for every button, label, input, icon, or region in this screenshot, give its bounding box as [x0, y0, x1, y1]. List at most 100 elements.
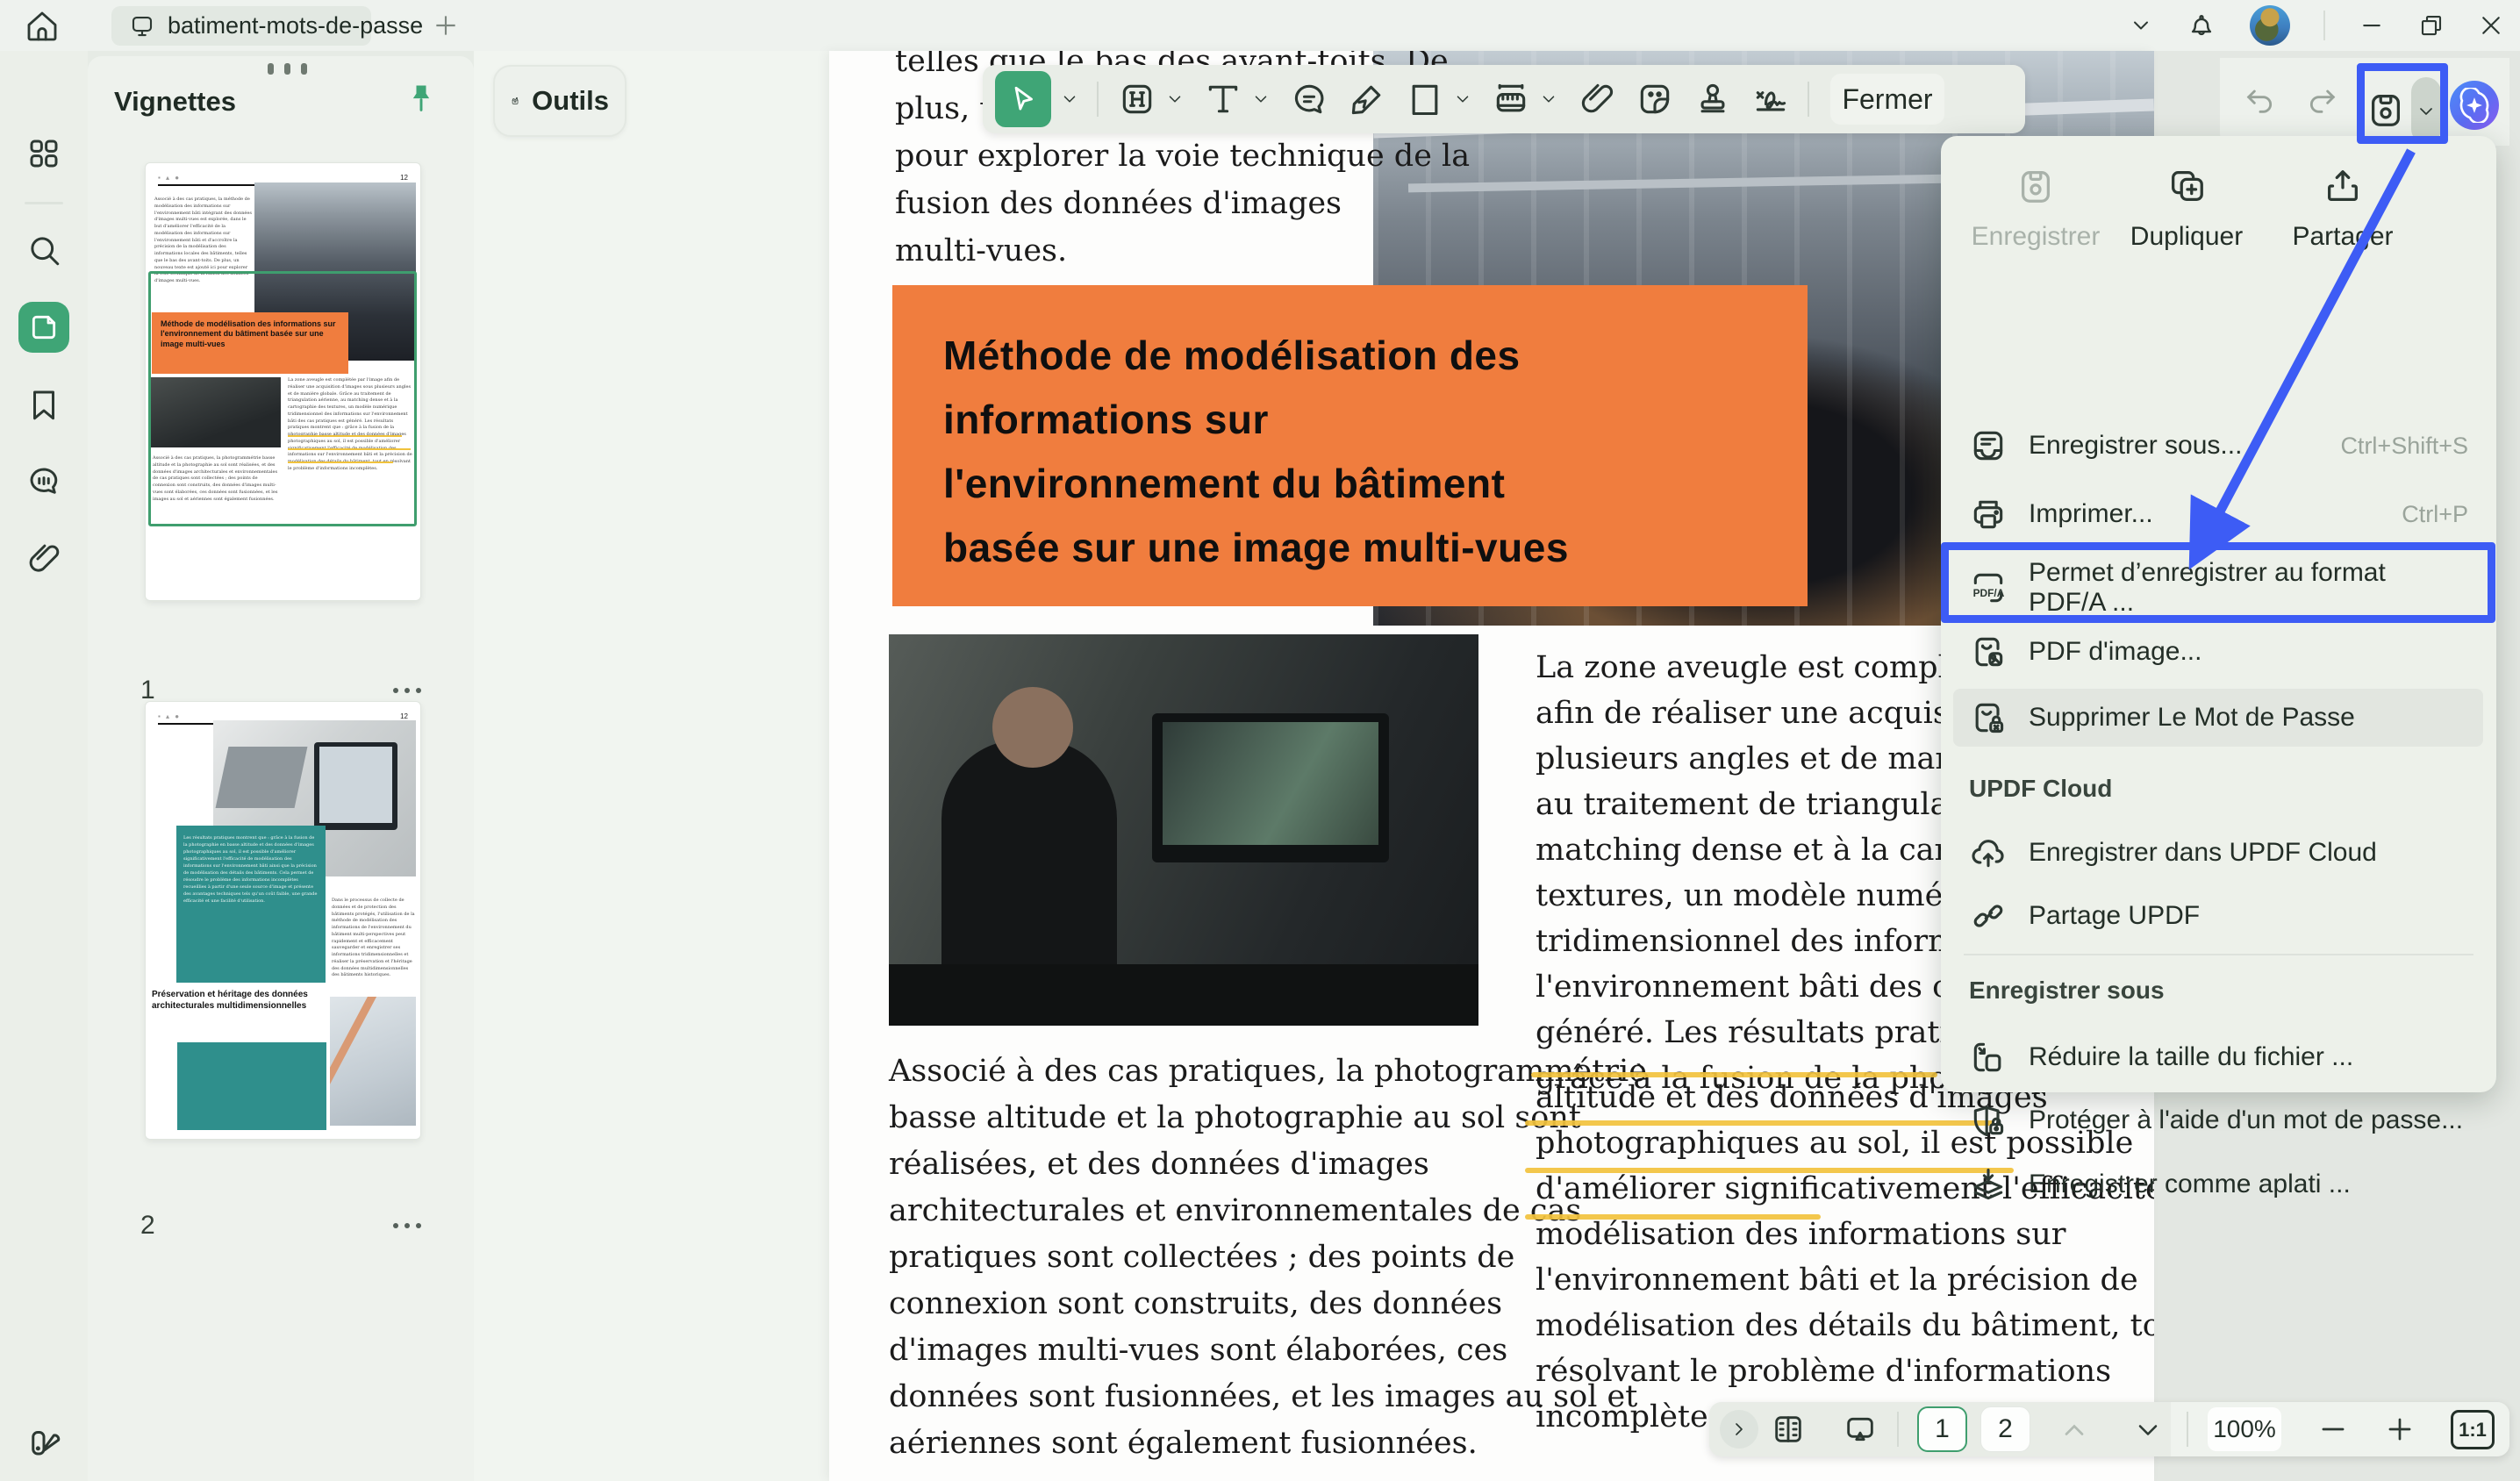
- pdf-unlock-icon: [1969, 698, 2008, 737]
- doc-text-line: fusion des données d'images: [895, 181, 1342, 226]
- doc-text-line: modélisation des détails du bâtiment, to…: [1536, 1303, 2154, 1349]
- measure-tool-icon[interactable]: [1492, 80, 1530, 118]
- ai-assistant-button[interactable]: [2450, 81, 2499, 130]
- bottom-toolbar: 1 2 100% 1:1: [1709, 1402, 2509, 1456]
- two-page-view-icon[interactable]: [1771, 1412, 1806, 1447]
- home-grid-icon[interactable]: [25, 135, 62, 172]
- thumb2-blueprint-photo: [330, 997, 416, 1126]
- page-thumbnail-1[interactable]: ▪ ▴ ● 12 Associé à des cas pratiques, la…: [145, 162, 421, 601]
- close-editor-button[interactable]: Fermer: [1830, 74, 1944, 125]
- document-heading-box: Méthode de modélisation des informations…: [892, 285, 1808, 606]
- actual-size-button[interactable]: 1:1: [2451, 1410, 2495, 1449]
- stamp-tool-icon[interactable]: [1693, 80, 1732, 118]
- heading-tool-chevron[interactable]: [1165, 89, 1185, 109]
- doc-text-line: l'environnement bâti et la précision de: [1536, 1257, 2138, 1303]
- sticker-tool-icon[interactable]: [1636, 80, 1674, 118]
- yellow-strike-annotation[interactable]: [1531, 1072, 1937, 1077]
- heading-tool-icon[interactable]: [1118, 80, 1156, 118]
- panel-drag-handle[interactable]: [268, 63, 307, 75]
- expand-toolbar-button[interactable]: [1720, 1410, 1758, 1449]
- bookmarks-icon[interactable]: [25, 386, 62, 423]
- minimize-button[interactable]: [2359, 12, 2385, 39]
- menu-item-reduire-taille[interactable]: Réduire la taille du fichier ...: [1953, 1028, 2484, 1086]
- annotation-save-highlight: [2357, 63, 2448, 144]
- menu-item-partage-updf[interactable]: Partage UPDF: [1953, 887, 2484, 945]
- yellow-strike-annotation[interactable]: [1525, 1120, 1994, 1126]
- presentation-mode-icon[interactable]: [1843, 1412, 1878, 1447]
- thumb1-viewport-rectangle: [148, 271, 417, 526]
- notifications-bell-icon[interactable]: [2187, 11, 2216, 40]
- menu-divider: [1964, 954, 2473, 955]
- document-tab-label: batiment-mots-de-passe: [168, 12, 423, 39]
- attachments-icon[interactable]: [25, 540, 62, 577]
- menu-item-supprimer-mot-de-passe[interactable]: Supprimer Le Mot de Passe: [1953, 689, 2483, 747]
- shape-tool-chevron[interactable]: [1453, 89, 1472, 109]
- yellow-strike-annotation[interactable]: [1525, 1214, 1821, 1220]
- menu-item-proteger-mot-de-passe[interactable]: Protéger à l'aide d'un mot de passe...: [1953, 1091, 2484, 1149]
- flatten-icon: [1969, 1165, 2008, 1204]
- left-icon-rail: [0, 51, 88, 1481]
- previous-page-chevron[interactable]: [2058, 1414, 2094, 1449]
- updf-app-window: batiment-mots-de-passe: [0, 0, 2520, 1481]
- titlebar-controls: [2129, 0, 2504, 51]
- pen-tool-icon[interactable]: [1348, 80, 1386, 118]
- menu-item-enregistrer-updf-cloud[interactable]: Enregistrer dans UPDF Cloud: [1953, 824, 2484, 882]
- document-tab[interactable]: batiment-mots-de-passe: [111, 6, 371, 46]
- redo-icon[interactable]: [2304, 82, 2339, 118]
- next-page-chevron[interactable]: [2132, 1414, 2167, 1449]
- page-2-button[interactable]: 2: [1980, 1406, 2030, 1452]
- new-tab-button[interactable]: [432, 11, 460, 39]
- menu-quick-save: Enregistrer: [1965, 166, 2106, 252]
- menu-item-imprimer[interactable]: Imprimer...Ctrl+P: [1953, 485, 2484, 543]
- menu-item-pdf-image[interactable]: PDF d'image...: [1953, 623, 2484, 681]
- text-tool-icon[interactable]: [1204, 80, 1242, 118]
- share-icon: [2273, 166, 2413, 206]
- zoom-in-button[interactable]: [2383, 1413, 2418, 1448]
- select-tool-button[interactable]: [995, 71, 1051, 127]
- search-icon[interactable]: [25, 232, 62, 268]
- page-1-button[interactable]: 1: [1917, 1406, 1967, 1452]
- user-avatar[interactable]: [2250, 5, 2290, 46]
- sidebar-item-thumbnails[interactable]: [18, 302, 69, 353]
- menu-item-enregistrer-sous[interactable]: Enregistrer sous...Ctrl+Shift+S: [1953, 417, 2484, 475]
- edit-toolbar: Fermer: [983, 65, 2025, 133]
- home-button[interactable]: [25, 9, 60, 44]
- signature-tool-icon[interactable]: [1751, 80, 1790, 118]
- select-tool-chevron[interactable]: [1060, 89, 1079, 109]
- thumb2-more-button[interactable]: [393, 1223, 421, 1228]
- tab-list-chevron[interactable]: [2129, 13, 2153, 38]
- pin-icon[interactable]: [402, 81, 440, 119]
- restore-button[interactable]: [2418, 12, 2445, 39]
- menu-section-updf-cloud: UPDF Cloud: [1969, 775, 2112, 803]
- doc-text-line: aériennes sont également fusionnées.: [889, 1420, 1478, 1466]
- theme-palette-icon[interactable]: [25, 1423, 62, 1460]
- toolbar-separator: [1097, 82, 1099, 117]
- menu-item-enregistrer-aplati[interactable]: Enregistrer comme aplati ...: [1953, 1155, 2484, 1213]
- measure-tool-chevron[interactable]: [1539, 89, 1558, 109]
- doc-text-line: basse altitude et la photographie au sol…: [889, 1095, 1581, 1141]
- tools-button[interactable]: Outils: [493, 65, 626, 137]
- pdf-image-icon: [1969, 633, 2008, 671]
- shape-tool-icon[interactable]: [1406, 80, 1444, 118]
- attach-tool-icon[interactable]: [1578, 80, 1616, 118]
- thumb1-more-button[interactable]: [393, 688, 421, 693]
- text-tool-chevron[interactable]: [1251, 89, 1271, 109]
- title-bar: batiment-mots-de-passe: [0, 0, 2520, 51]
- zoom-value[interactable]: 100%: [2208, 1407, 2281, 1451]
- menu-quick-share[interactable]: Partager: [2273, 166, 2413, 252]
- close-button[interactable]: [2478, 12, 2504, 39]
- rail-divider: [25, 202, 63, 204]
- doc-text-line: résolvant le problème d'informations: [1536, 1349, 2111, 1394]
- yellow-strike-annotation[interactable]: [1525, 1168, 2014, 1173]
- save-icon: [1965, 166, 2106, 206]
- menu-section-enregistrer-sous: Enregistrer sous: [1969, 977, 2165, 1005]
- thumb2-page-number: 2: [140, 1211, 155, 1241]
- shield-lock-icon: [1969, 1101, 2008, 1140]
- page-thumbnail-2[interactable]: ▪ ▴ ● 12 Les résultats pratiques montren…: [145, 701, 421, 1140]
- comment-tool-icon[interactable]: [1290, 80, 1328, 118]
- panel-title: Vignettes: [114, 86, 236, 118]
- menu-quick-duplicate[interactable]: Dupliquer: [2116, 166, 2257, 252]
- undo-icon[interactable]: [2243, 82, 2278, 118]
- comments-icon[interactable]: [25, 463, 62, 500]
- zoom-out-button[interactable]: [2316, 1413, 2352, 1448]
